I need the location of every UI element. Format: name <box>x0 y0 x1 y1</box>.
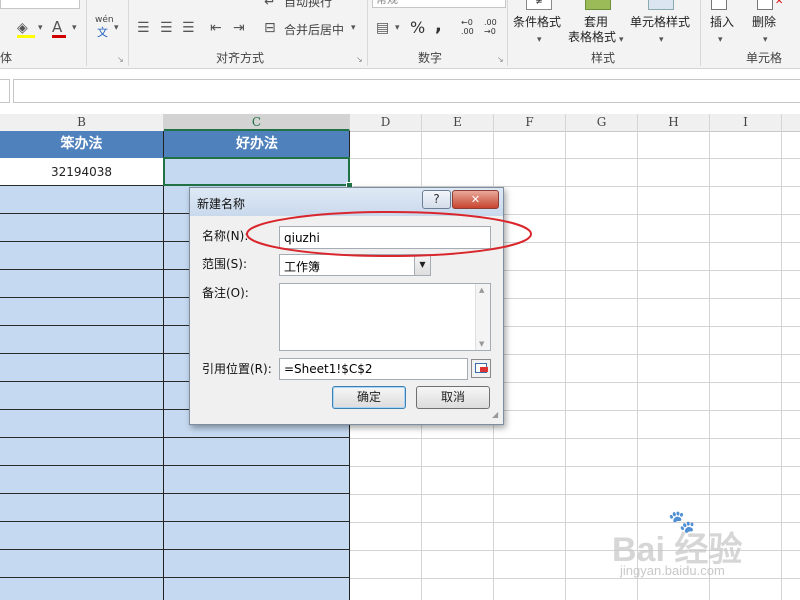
table-format-icon[interactable] <box>585 0 611 10</box>
formula-bar-area <box>0 69 800 111</box>
column-header-h[interactable]: H <box>638 114 710 131</box>
help-button[interactable]: ? <box>422 190 451 209</box>
delete-button[interactable]: 删除 <box>752 15 776 30</box>
separator <box>128 0 129 66</box>
fill-color-icon[interactable]: ◈ <box>17 20 28 36</box>
scroll-down-icon[interactable]: ▼ <box>479 340 484 348</box>
grid-line <box>565 131 566 600</box>
dropdown-arrow-icon[interactable]: ▾ <box>114 20 119 36</box>
decrease-indent-icon[interactable]: ⇤ <box>210 20 222 36</box>
comment-label: 备注(O): <box>202 286 249 300</box>
column-header-j[interactable] <box>782 114 800 131</box>
increase-indent-icon[interactable]: ⇥ <box>233 20 245 36</box>
phonetic-guide-icon[interactable]: 文 <box>97 24 108 40</box>
dropdown-arrow-icon[interactable]: ▾ <box>395 20 400 36</box>
dropdown-arrow-icon[interactable]: ▾ <box>619 32 624 48</box>
close-button[interactable]: ✕ <box>452 190 499 209</box>
decrease-decimal-icon[interactable]: .00 →0 <box>484 18 497 36</box>
column-header-e[interactable]: E <box>422 114 494 131</box>
separator <box>700 0 701 66</box>
number-group-label: 数字 <box>417 51 442 65</box>
separator <box>86 0 87 66</box>
conditional-format-button[interactable]: 条件格式 <box>513 15 561 30</box>
table-format-button[interactable]: 表格格式 <box>568 30 616 45</box>
fill-color-bar <box>17 35 35 38</box>
alignment-group-label: 对齐方式 <box>215 51 264 65</box>
dropdown-arrow-icon[interactable]: ▾ <box>351 20 356 36</box>
percent-button[interactable]: % <box>410 18 425 37</box>
dropdown-arrow-icon[interactable]: ▾ <box>763 32 768 48</box>
range-arrow-icon <box>480 367 488 372</box>
table-border <box>163 131 164 600</box>
dropdown-arrow-icon[interactable]: ▾ <box>718 32 723 48</box>
wrap-text-button[interactable]: 自动换行 <box>284 0 332 10</box>
font-color-icon[interactable]: A <box>52 19 62 35</box>
cell-styles-button[interactable]: 单元格样式 <box>630 15 690 30</box>
dialog-launcher-icon[interactable]: ↘ <box>117 55 124 64</box>
delete-icon[interactable] <box>757 0 773 10</box>
scope-value: 工作簿 <box>284 260 321 274</box>
increase-decimal-icon[interactable]: ←0.00 <box>461 18 474 36</box>
comment-textarea[interactable]: ▲ ▼ <box>279 283 491 351</box>
column-header-b[interactable]: B <box>0 114 164 131</box>
column-header-d[interactable]: D <box>350 114 422 131</box>
name-box[interactable] <box>0 79 10 103</box>
styles-group-label: 样式 <box>590 51 615 65</box>
number-format-value: 常规 <box>376 0 398 7</box>
cell-styles-icon[interactable] <box>648 0 674 10</box>
table-format-line1[interactable]: 套用 <box>584 15 608 30</box>
delete-x-icon: ✕ <box>775 0 784 7</box>
conditional-format-icon[interactable]: ≠ <box>526 0 552 10</box>
cell-b2[interactable]: 32194038 <box>0 158 163 185</box>
dialog-launcher-icon[interactable]: ↘ <box>356 55 363 64</box>
align-right-icon[interactable]: ☰ <box>182 20 195 36</box>
font-size-box[interactable] <box>0 0 80 9</box>
dropdown-arrow-icon[interactable]: ▾ <box>537 32 542 48</box>
comment-scrollbar[interactable]: ▲ ▼ <box>475 284 490 350</box>
refers-value: =Sheet1!$C$2 <box>284 362 373 376</box>
separator <box>367 0 368 66</box>
ok-button[interactable]: 确定 <box>332 386 406 409</box>
column-header-c[interactable]: C <box>164 114 350 131</box>
scope-label: 范围(S): <box>202 257 248 271</box>
paw-icon: 🐾 <box>668 510 696 535</box>
merge-center-button[interactable]: 合并后居中 <box>284 21 344 38</box>
comma-button[interactable]: , <box>435 15 442 36</box>
cell-b1[interactable]: 笨办法 <box>0 131 163 158</box>
dropdown-arrow-icon[interactable]: ▾ <box>72 20 77 36</box>
align-left-icon[interactable]: ☰ <box>137 20 150 36</box>
name-label: 名称(N): <box>202 229 249 243</box>
active-cell-c2[interactable] <box>163 157 350 186</box>
font-group-label: 体 <box>0 51 13 65</box>
dialog-title: 新建名称 <box>197 197 246 211</box>
dialog-launcher-icon[interactable]: ↘ <box>497 55 504 64</box>
number-format-select[interactable]: 常规 <box>372 0 506 8</box>
refers-label: 引用位置(R): <box>202 362 272 376</box>
scroll-up-icon[interactable]: ▲ <box>479 286 484 294</box>
insert-icon[interactable] <box>711 0 727 10</box>
wrap-text-icon[interactable]: ↵ <box>264 0 276 10</box>
align-center-icon[interactable]: ☰ <box>160 20 173 36</box>
accounting-format-icon[interactable]: ▤ <box>376 20 389 36</box>
separator <box>507 0 508 66</box>
insert-button[interactable]: 插入 <box>710 15 734 30</box>
resize-grip-icon[interactable]: ◢ <box>492 410 498 419</box>
font-color-bar <box>52 35 66 38</box>
ribbon: ◈ ▾ A ▾ wén 文 ▾ 体 ↘ ☰ ☰ ☰ ⇤ ⇥ ↵ 自动换行 ⊟ 合… <box>0 0 800 69</box>
watermark-url: jingyan.baidu.com <box>620 563 725 578</box>
annotation-ellipse <box>246 211 532 257</box>
cells-group-label: 单元格 <box>745 51 782 65</box>
column-header-g[interactable]: G <box>566 114 638 131</box>
dropdown-arrow-icon[interactable]: ▾ <box>38 20 43 36</box>
formula-input[interactable] <box>13 79 800 103</box>
grid-line <box>781 131 782 600</box>
cell-c1[interactable]: 好办法 <box>164 131 350 158</box>
refers-input[interactable]: =Sheet1!$C$2 <box>279 358 468 380</box>
column-header-i[interactable]: I <box>710 114 782 131</box>
dropdown-arrow-icon[interactable]: ▾ <box>659 32 664 48</box>
merge-center-icon[interactable]: ⊟ <box>264 20 276 36</box>
cancel-button[interactable]: 取消 <box>416 386 490 409</box>
column-header-f[interactable]: F <box>494 114 566 131</box>
collapse-dialog-button[interactable] <box>471 359 491 378</box>
